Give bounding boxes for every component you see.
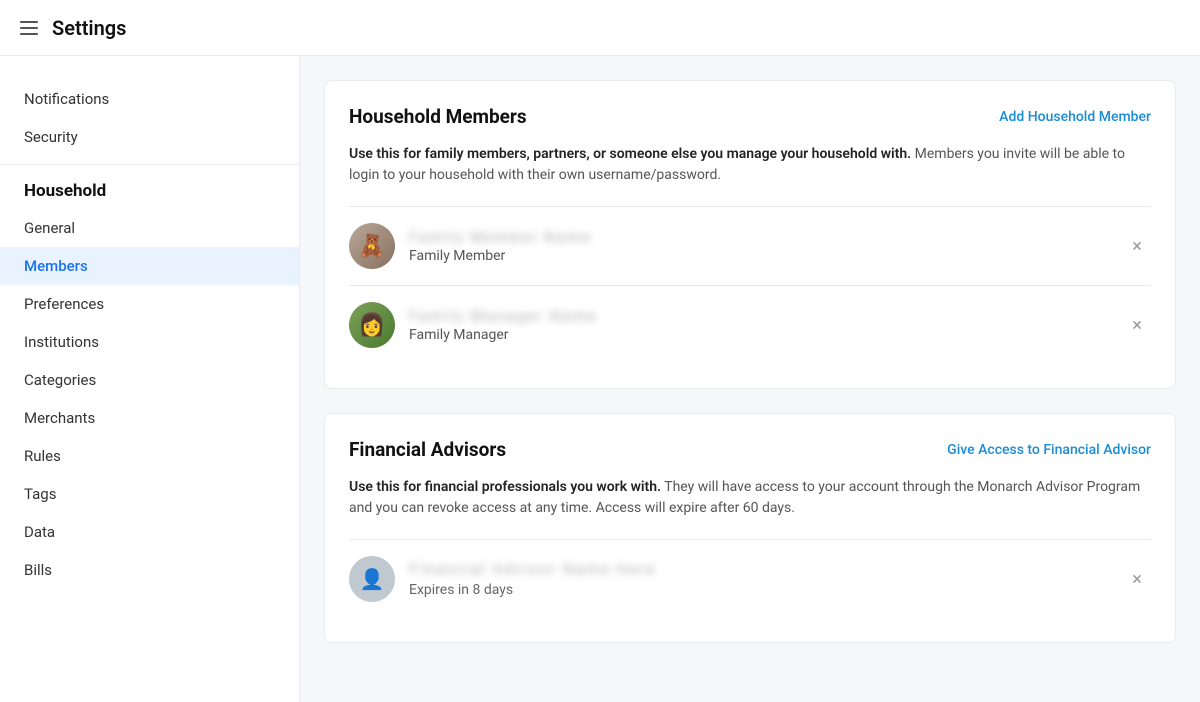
remove-member-button[interactable]: × xyxy=(1123,311,1151,339)
financial-advisors-card: Financial Advisors Give Access to Financ… xyxy=(324,413,1176,643)
sidebar-item-notifications[interactable]: Notifications xyxy=(0,80,299,118)
sidebar-item-members[interactable]: Members xyxy=(0,247,299,285)
member-name-blurred: Family Manager Name xyxy=(409,307,1151,325)
member-name-blurred: Family Member Name xyxy=(409,228,1151,246)
sidebar-item-data[interactable]: Data xyxy=(0,513,299,551)
table-row: 👤 Financial Advisor Name Here Expires in… xyxy=(349,540,1151,618)
financial-advisors-description-bold: Use this for financial professionals you… xyxy=(349,479,661,495)
advisor-expires: Expires in 8 days xyxy=(409,582,1151,598)
advisor-name-blurred: Financial Advisor Name Here xyxy=(409,560,1151,578)
sidebar-item-rules[interactable]: Rules xyxy=(0,437,299,475)
financial-advisors-header: Financial Advisors Give Access to Financ… xyxy=(349,438,1151,461)
remove-member-button[interactable]: × xyxy=(1123,232,1151,260)
sidebar-item-bills[interactable]: Bills xyxy=(0,551,299,589)
sidebar-household-header: Household xyxy=(0,165,299,209)
table-row: 👩 Family Manager Name Family Manager × xyxy=(349,286,1151,364)
sidebar-item-preferences[interactable]: Preferences xyxy=(0,285,299,323)
member-info: Family Manager Name Family Manager xyxy=(409,307,1151,343)
page-title: Settings xyxy=(52,16,126,40)
avatar: 👩 xyxy=(349,302,395,348)
avatar: 🧸 xyxy=(349,223,395,269)
sidebar-household-group: Household General Members Preferences In… xyxy=(0,165,299,589)
sidebar-item-categories[interactable]: Categories xyxy=(0,361,299,399)
add-household-member-button[interactable]: Add Household Member xyxy=(999,109,1151,125)
household-members-description-bold: Use this for family members, partners, o… xyxy=(349,146,911,162)
household-members-header: Household Members Add Household Member xyxy=(349,105,1151,128)
financial-advisors-title: Financial Advisors xyxy=(349,438,506,461)
household-member-list: 🧸 Family Member Name Family Member × 👩 F… xyxy=(349,206,1151,364)
financial-advisors-description: Use this for financial professionals you… xyxy=(349,477,1151,519)
app-header: Settings xyxy=(0,0,1200,56)
household-members-description: Use this for family members, partners, o… xyxy=(349,144,1151,186)
layout: Notifications Security Household General… xyxy=(0,56,1200,702)
sidebar-top-group: Notifications Security xyxy=(0,72,299,165)
member-info: Family Member Name Family Member xyxy=(409,228,1151,264)
main-content: Household Members Add Household Member U… xyxy=(300,56,1200,702)
table-row: 🧸 Family Member Name Family Member × xyxy=(349,207,1151,286)
sidebar: Notifications Security Household General… xyxy=(0,56,300,702)
advisor-info: Financial Advisor Name Here Expires in 8… xyxy=(409,560,1151,598)
sidebar-item-merchants[interactable]: Merchants xyxy=(0,399,299,437)
avatar: 👤 xyxy=(349,556,395,602)
household-members-card: Household Members Add Household Member U… xyxy=(324,80,1176,389)
advisor-list: 👤 Financial Advisor Name Here Expires in… xyxy=(349,539,1151,618)
sidebar-item-tags[interactable]: Tags xyxy=(0,475,299,513)
give-access-button[interactable]: Give Access to Financial Advisor xyxy=(947,442,1151,458)
menu-icon[interactable] xyxy=(20,21,38,35)
household-members-title: Household Members xyxy=(349,105,527,128)
remove-advisor-button[interactable]: × xyxy=(1123,565,1151,593)
member-role: Family Member xyxy=(409,248,1151,264)
sidebar-item-security[interactable]: Security xyxy=(0,118,299,156)
member-role: Family Manager xyxy=(409,327,1151,343)
sidebar-item-institutions[interactable]: Institutions xyxy=(0,323,299,361)
sidebar-item-general[interactable]: General xyxy=(0,209,299,247)
